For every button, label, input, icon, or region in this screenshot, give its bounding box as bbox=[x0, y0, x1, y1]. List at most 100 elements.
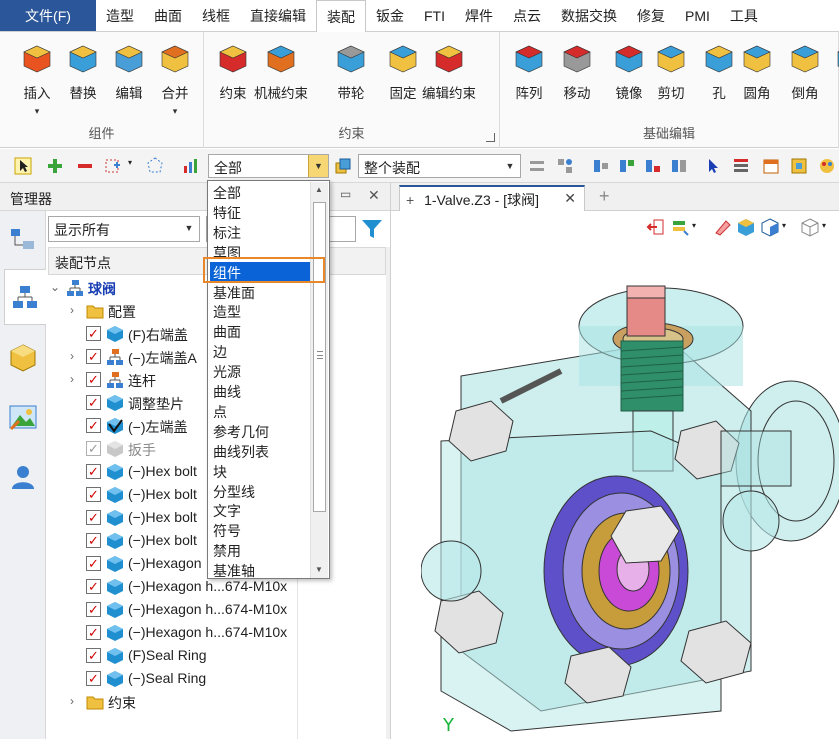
3d-viewport[interactable]: ▾ ▾ ▾ Y bbox=[390, 211, 839, 739]
ribbon-button[interactable]: 拔 bbox=[828, 38, 839, 128]
filter-dropdown-list[interactable]: 全部 特征 标注 草图 组件 基准面 造型 曲面边光源 曲线点参考几何 曲线列表块分型线 文字 符号禁… bbox=[207, 180, 330, 579]
ribbon-button[interactable]: 移动 bbox=[554, 38, 600, 128]
collapse-icon[interactable]: ⌄ bbox=[50, 280, 62, 294]
menu-tab[interactable]: 修复 bbox=[627, 0, 675, 31]
filter-combo-arrow-icon[interactable]: ▼ bbox=[308, 155, 328, 177]
dropdown-option[interactable]: 曲线列表 bbox=[210, 441, 310, 461]
filter-b-icon[interactable] bbox=[618, 157, 636, 175]
calendar-icon[interactable] bbox=[762, 157, 780, 175]
dropdown-option[interactable]: 造型 bbox=[210, 301, 310, 321]
pick-cursor-icon[interactable] bbox=[704, 157, 722, 175]
dropdown-option[interactable]: 基准轴 bbox=[210, 560, 310, 580]
add-icon[interactable] bbox=[46, 157, 64, 175]
ribbon-button[interactable]: 编辑 bbox=[106, 38, 152, 128]
dropdown-option[interactable]: 参考几何 bbox=[210, 421, 310, 441]
expand-icon[interactable]: › bbox=[70, 694, 82, 708]
layers-caret-icon[interactable]: ▾ bbox=[692, 221, 696, 230]
layers-icon[interactable] bbox=[670, 217, 690, 237]
list-icon[interactable] bbox=[732, 157, 750, 175]
ribbon-button[interactable]: 替换 bbox=[60, 38, 106, 128]
dropdown-option[interactable]: 特征 bbox=[210, 202, 310, 222]
dropdown-option[interactable]: 标注 bbox=[210, 222, 310, 242]
scope-combo-arrow-icon[interactable]: ▼ bbox=[500, 155, 520, 177]
menu-tab[interactable]: 钣金 bbox=[366, 0, 414, 31]
visibility-checkbox[interactable]: ✓ bbox=[86, 671, 101, 686]
display-mode-arrow-icon[interactable]: ▼ bbox=[179, 217, 199, 239]
part-library-icon[interactable] bbox=[7, 341, 39, 373]
display-mode-combo[interactable]: 显示所有 ▼ bbox=[48, 216, 200, 242]
menu-tab[interactable]: 点云 bbox=[503, 0, 551, 31]
dropdown-option[interactable]: 点 bbox=[210, 401, 310, 421]
ribbon-button[interactable]: 固定 bbox=[380, 38, 426, 128]
assembly-scope-icon[interactable] bbox=[334, 157, 352, 175]
dropdown-option[interactable]: 曲线 bbox=[210, 381, 310, 401]
eraser-icon[interactable] bbox=[712, 217, 732, 237]
user-icon[interactable] bbox=[7, 461, 39, 493]
palette-icon[interactable] bbox=[818, 157, 836, 175]
settings-grid-icon[interactable] bbox=[556, 157, 574, 175]
dropdown-scroll-thumb[interactable] bbox=[313, 202, 326, 512]
visibility-checkbox[interactable]: ✓ bbox=[86, 602, 101, 617]
tree-node[interactable]: ✓ (F)Seal Ring bbox=[46, 645, 386, 667]
ribbon-button[interactable]: 插入 ▾ bbox=[14, 38, 60, 128]
tab-assembly-tree[interactable] bbox=[4, 269, 46, 325]
exit-view-icon[interactable] bbox=[646, 217, 666, 237]
visibility-checkbox[interactable]: ✓ bbox=[86, 372, 101, 387]
image-icon[interactable] bbox=[7, 401, 39, 433]
tree-node[interactable]: › 约束 bbox=[46, 691, 386, 713]
expand-icon[interactable]: › bbox=[70, 303, 82, 317]
dropdown-option[interactable]: 符号 bbox=[210, 520, 310, 540]
group-launcher-icon[interactable] bbox=[486, 133, 495, 142]
ribbon-button[interactable]: 合并 ▾ bbox=[152, 38, 198, 128]
menu-tab[interactable]: 工具 bbox=[720, 0, 768, 31]
visibility-checkbox[interactable]: ✓ bbox=[86, 349, 101, 364]
expand-icon[interactable]: › bbox=[70, 372, 82, 386]
filter-d-icon[interactable] bbox=[670, 157, 688, 175]
ribbon-button[interactable]: 剪切 bbox=[648, 38, 694, 128]
menu-tab[interactable]: 线框 bbox=[192, 0, 240, 31]
dropdown-option[interactable]: 禁用 bbox=[210, 540, 310, 560]
visibility-checkbox[interactable]: ✓ bbox=[86, 395, 101, 410]
box-select-caret-icon[interactable]: ▾ bbox=[128, 158, 132, 167]
view-cube-icon[interactable] bbox=[760, 217, 780, 237]
ribbon-button[interactable]: 编辑约束 bbox=[422, 38, 476, 128]
ribbon-button[interactable]: 镜像 bbox=[606, 38, 652, 128]
dropdown-option[interactable]: 光源 bbox=[210, 361, 310, 381]
scroll-down-icon[interactable]: ▼ bbox=[315, 565, 323, 574]
dropdown-option[interactable]: 基准面 bbox=[210, 282, 310, 302]
pin-icon[interactable]: ▭ bbox=[340, 187, 351, 201]
box-select-icon[interactable] bbox=[104, 157, 122, 175]
chevron-down-icon[interactable]: ▾ bbox=[173, 106, 178, 117]
expand-icon[interactable]: › bbox=[70, 349, 82, 363]
funnel-filter-icon[interactable] bbox=[360, 217, 384, 241]
menu-tab[interactable]: 造型 bbox=[96, 0, 144, 31]
select-icon[interactable] bbox=[14, 157, 32, 175]
close-icon[interactable]: ✕ bbox=[368, 187, 380, 204]
visibility-checkbox[interactable]: ✓ bbox=[86, 487, 101, 502]
new-tab-button[interactable]: + bbox=[599, 186, 610, 207]
tree-structure-icon[interactable] bbox=[7, 223, 39, 255]
tree-node[interactable]: ✓ (−)Seal Ring bbox=[46, 668, 386, 690]
menu-tab[interactable]: PMI bbox=[675, 0, 720, 31]
filter-chart-icon[interactable] bbox=[182, 157, 200, 175]
menu-tab[interactable]: 装配 bbox=[316, 0, 366, 33]
visibility-checkbox[interactable]: ✓ bbox=[86, 441, 101, 456]
visibility-checkbox[interactable]: ✓ bbox=[86, 464, 101, 479]
wireframe-cube-icon[interactable] bbox=[800, 217, 820, 237]
part-box-icon[interactable] bbox=[790, 157, 808, 175]
wireframe-caret-icon[interactable]: ▾ bbox=[822, 221, 826, 230]
menu-tab[interactable]: 数据交换 bbox=[551, 0, 627, 31]
visibility-checkbox[interactable]: ✓ bbox=[86, 625, 101, 640]
visibility-checkbox[interactable]: ✓ bbox=[86, 533, 101, 548]
menu-tab[interactable]: 曲面 bbox=[144, 0, 192, 31]
ribbon-button[interactable]: 倒角 bbox=[782, 38, 828, 128]
chevron-down-icon[interactable]: ▾ bbox=[35, 106, 40, 117]
tree-node[interactable]: ✓ (−)Hexagon h...674-M10x bbox=[46, 622, 386, 644]
scroll-up-icon[interactable]: ▲ bbox=[315, 185, 323, 194]
dropdown-option[interactable]: 边 bbox=[210, 341, 310, 361]
dropdown-option[interactable]: 全部 bbox=[210, 182, 310, 202]
view-cube-caret-icon[interactable]: ▾ bbox=[782, 221, 786, 230]
document-tab[interactable]: + 1-Valve.Z3 - [球阀] ✕ bbox=[399, 185, 585, 211]
dropdown-option[interactable]: 曲面 bbox=[210, 321, 310, 341]
menu-tab[interactable]: 焊件 bbox=[455, 0, 503, 31]
